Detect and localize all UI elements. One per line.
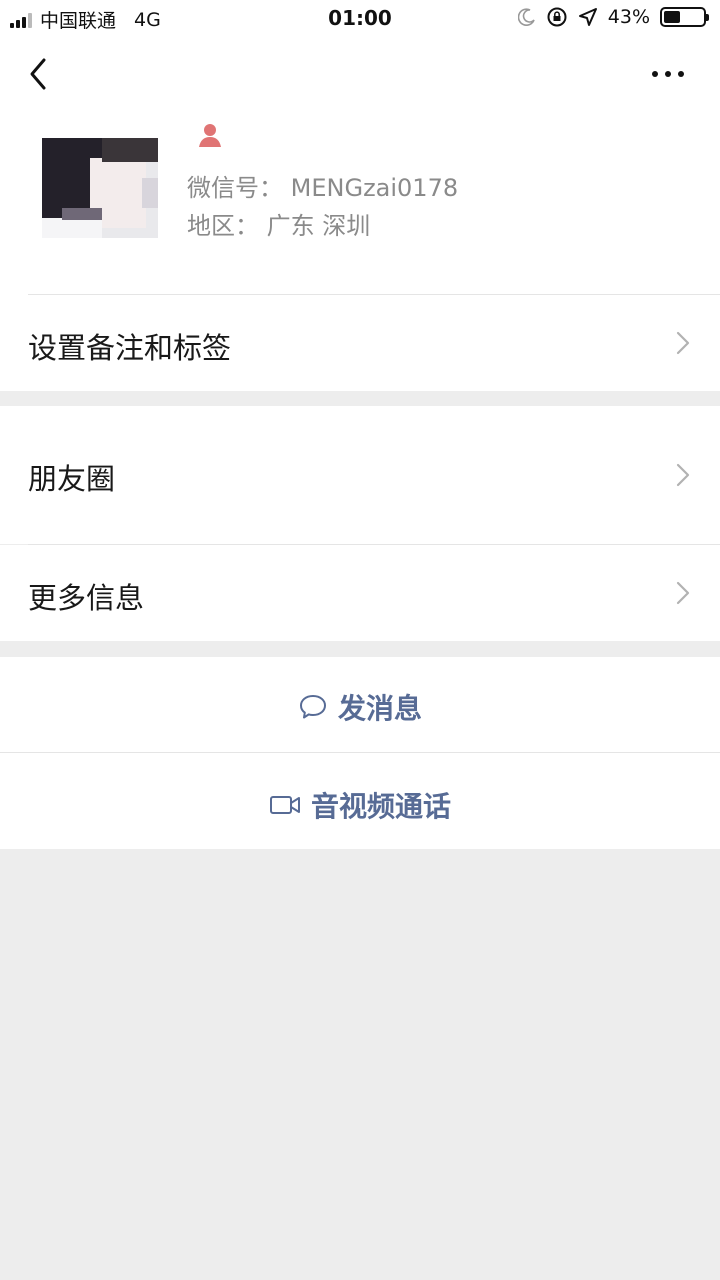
- chevron-left-icon[interactable]: [24, 54, 56, 94]
- rotation-lock-icon: [547, 7, 567, 27]
- remark-tags-item[interactable]: 设置备注和标签: [0, 295, 720, 391]
- moments-label: 朋友圈: [28, 462, 116, 496]
- wechat-id-value[interactable]: MENGzai0178: [291, 174, 458, 202]
- region-value: 广东 深圳: [266, 212, 371, 240]
- send-message-button[interactable]: 发消息: [0, 657, 720, 752]
- moon-icon: [517, 8, 535, 26]
- more-dots-icon[interactable]: [652, 66, 692, 82]
- more-info-item[interactable]: 更多信息: [0, 545, 720, 641]
- region-label: 地区：: [187, 212, 259, 240]
- avatar[interactable]: [42, 138, 158, 238]
- video-camera-icon: [269, 796, 300, 814]
- status-right: 43%: [517, 6, 709, 28]
- chat-bubble-icon: [299, 695, 326, 719]
- female-icon: [199, 124, 221, 147]
- send-message-label: 发消息: [337, 692, 422, 725]
- more-info-label: 更多信息: [28, 581, 145, 615]
- send-message-content: 发消息: [0, 687, 720, 727]
- chevron-right-icon: [676, 463, 690, 487]
- battery-percent: 43%: [607, 6, 650, 28]
- wechat-id-line: 微信号： MENGzai0178: [187, 168, 458, 203]
- av-call-content: 音视频通话: [0, 785, 720, 825]
- battery-icon: [660, 7, 709, 27]
- moments-item[interactable]: 朋友圈: [0, 406, 720, 544]
- location-arrow-icon: [578, 8, 597, 26]
- nav-bar: [0, 38, 720, 110]
- status-bar: 中国联通 4G 01:00 43%: [0, 0, 720, 38]
- remark-tags-label: 设置备注和标签: [28, 331, 232, 365]
- wechat-id-label: 微信号：: [187, 174, 283, 202]
- av-call-label: 音视频通话: [310, 790, 451, 823]
- av-call-button[interactable]: 音视频通话: [0, 753, 720, 849]
- chevron-right-icon: [676, 581, 690, 605]
- profile-header: 微信号： MENGzai0178 地区： 广东 深圳: [0, 110, 720, 295]
- region-line: 地区： 广东 深圳: [187, 206, 370, 241]
- chevron-right-icon: [676, 331, 690, 355]
